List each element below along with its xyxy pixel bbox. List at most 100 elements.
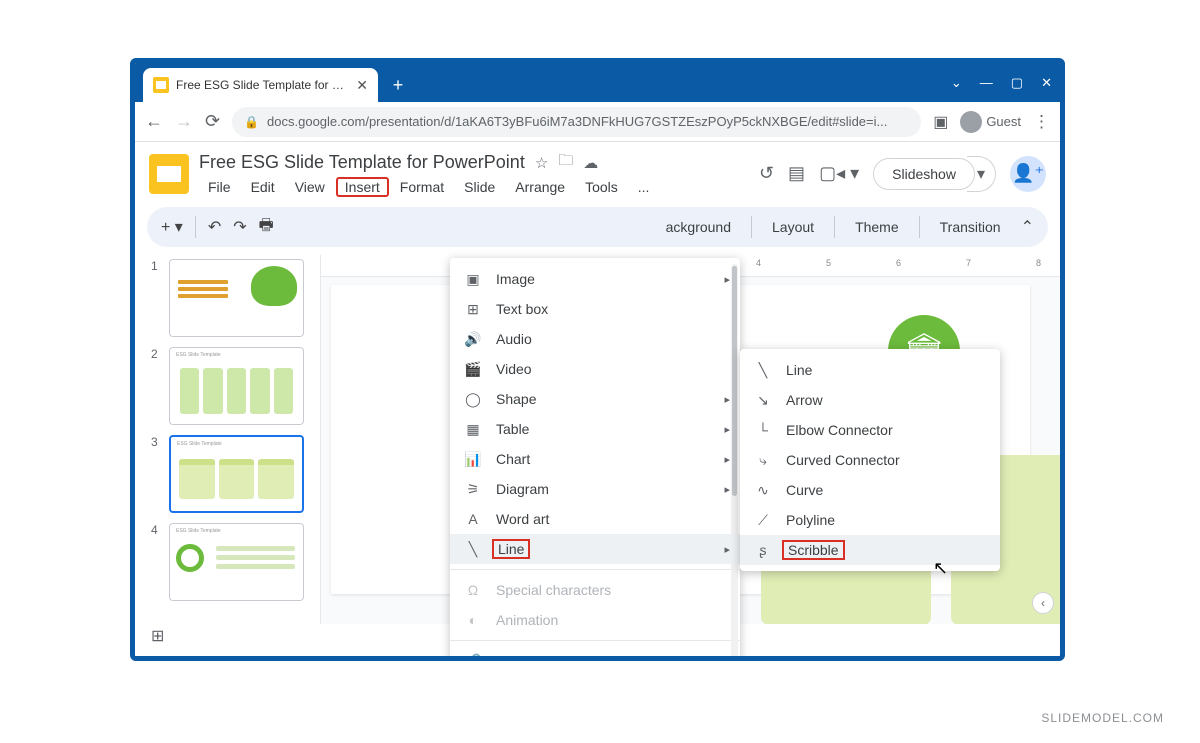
doc-header: Free ESG Slide Template for PowerPoint ☆… <box>135 142 1060 197</box>
line-polyline[interactable]: ⟋Polyline <box>740 505 1000 535</box>
insert-chart[interactable]: 📊Chart▸ <box>450 444 740 474</box>
thumb-number: 1 <box>151 259 161 337</box>
thumb-1[interactable] <box>169 259 304 337</box>
menu-format[interactable]: Format <box>391 177 453 197</box>
insert-image[interactable]: ▣Image▸ <box>450 264 740 294</box>
tab-strip: Free ESG Slide Template for Pow ✕ + ⌄ — … <box>135 63 1060 102</box>
line-scribble[interactable]: ʂScribble <box>740 535 1000 565</box>
comments-icon[interactable]: ▤ <box>788 163 805 184</box>
line-curved[interactable]: ⤷Curved Connector <box>740 445 1000 475</box>
history-icon[interactable]: ↺ <box>759 163 774 184</box>
guest-label: Guest <box>986 114 1021 129</box>
audio-icon: 🔊 <box>464 331 482 348</box>
window-controls: ⌄ — ▢ ✕ <box>951 63 1052 102</box>
toolbar-transition[interactable]: Transition <box>932 215 1009 239</box>
filmstrip[interactable]: 1 2 ESG Slide Template 3 E <box>135 255 320 624</box>
thumb-4[interactable]: ESG Slide Template <box>169 523 304 601</box>
star-icon[interactable]: ☆ <box>535 154 548 172</box>
insert-audio[interactable]: 🔊Audio <box>450 324 740 354</box>
doc-title[interactable]: Free ESG Slide Template for PowerPoint <box>199 152 525 173</box>
chevron-down-icon[interactable]: ⌄ <box>951 75 962 91</box>
menu-file[interactable]: File <box>199 177 240 197</box>
toolbar-layout[interactable]: Layout <box>764 215 822 239</box>
thumb-number: 4 <box>151 523 161 601</box>
url-field[interactable]: 🔒 docs.google.com/presentation/d/1aKA6T3… <box>232 107 921 137</box>
insert-diagram[interactable]: ⚞Diagram▸ <box>450 474 740 504</box>
print-button[interactable]: 🖶 <box>259 214 274 241</box>
diagram-icon: ⚞ <box>464 481 482 498</box>
insert-menu-dropdown: ▣Image▸ ⊞Text box 🔊Audio 🎬Video ◯Shape▸ … <box>450 258 740 661</box>
curve-icon: ∿ <box>754 482 772 499</box>
close-window-icon[interactable]: ✕ <box>1041 75 1052 91</box>
shape-icon: ◯ <box>464 391 482 408</box>
maximize-icon[interactable]: ▢ <box>1011 75 1023 91</box>
back-button[interactable]: ← <box>145 111 163 132</box>
menu-bar: File Edit View Insert Format Slide Arran… <box>199 177 749 197</box>
menu-tools[interactable]: Tools <box>576 177 627 197</box>
line-elbow[interactable]: └Elbow Connector <box>740 415 1000 445</box>
thumb-3[interactable]: ESG Slide Template <box>169 435 304 513</box>
watermark: SLIDEMODEL.COM <box>1041 711 1164 725</box>
elbow-icon: └ <box>754 422 772 438</box>
table-icon: ▦ <box>464 421 482 438</box>
tab-title: Free ESG Slide Template for Pow <box>176 78 349 92</box>
insert-line[interactable]: ╲Line▸ <box>450 534 740 564</box>
line-arrow[interactable]: ↘Arrow <box>740 385 1000 415</box>
menu-insert[interactable]: Insert <box>336 177 389 197</box>
toolbar-expand-icon[interactable]: ⌃ <box>1021 217 1034 237</box>
new-tab-button[interactable]: + <box>384 71 412 99</box>
insert-shape[interactable]: ◯Shape▸ <box>450 384 740 414</box>
toolbar-theme[interactable]: Theme <box>847 215 907 239</box>
collapse-sidebar-button[interactable]: ‹ <box>1032 592 1054 614</box>
reading-list-icon[interactable]: ▣ <box>933 112 948 132</box>
cursor-icon: ↖ <box>933 558 948 579</box>
browser-tab[interactable]: Free ESG Slide Template for Pow ✕ <box>143 68 378 102</box>
chart-icon: 📊 <box>464 451 482 468</box>
minimize-icon[interactable]: — <box>980 75 993 90</box>
slideshow-dropdown[interactable]: ▾ <box>967 156 996 192</box>
slideshow-button[interactable]: Slideshow <box>873 158 975 190</box>
menu-arrange[interactable]: Arrange <box>506 177 574 197</box>
lock-icon: 🔒 <box>244 115 259 129</box>
menu-slide[interactable]: Slide <box>455 177 504 197</box>
toolbar-background[interactable]: ackground <box>658 215 739 239</box>
cloud-status-icon[interactable]: ☁ <box>583 154 598 172</box>
address-bar: ← → ⟳ 🔒 docs.google.com/presentation/d/1… <box>135 102 1060 142</box>
line-icon: ╲ <box>754 362 772 379</box>
menu-more[interactable]: ... <box>629 177 659 197</box>
curved-connector-icon: ⤷ <box>754 452 772 469</box>
line-line[interactable]: ╲Line <box>740 355 1000 385</box>
insert-table[interactable]: ▦Table▸ <box>450 414 740 444</box>
insert-textbox[interactable]: ⊞Text box <box>450 294 740 324</box>
grid-view-button[interactable]: ⊞ <box>151 626 164 646</box>
redo-button[interactable]: ↷ <box>233 217 246 237</box>
wordart-icon: A <box>464 511 482 527</box>
line-icon: ╲ <box>464 541 482 558</box>
meet-icon[interactable]: ▢◂ ▾ <box>819 163 859 184</box>
url-text: docs.google.com/presentation/d/1aKA6T3yB… <box>267 114 887 129</box>
insert-video[interactable]: 🎬Video <box>450 354 740 384</box>
browser-window: Free ESG Slide Template for Pow ✕ + ⌄ — … <box>130 58 1065 661</box>
thumb-number: 2 <box>151 347 161 425</box>
avatar-icon <box>960 111 982 133</box>
insert-wordart[interactable]: AWord art <box>450 504 740 534</box>
share-button[interactable]: 👤⁺ <box>1010 156 1046 192</box>
line-submenu: ╲Line ↘Arrow └Elbow Connector ⤷Curved Co… <box>740 349 1000 571</box>
new-slide-button[interactable]: + ▾ <box>161 217 183 237</box>
close-tab-icon[interactable]: ✕ <box>356 77 368 94</box>
thumb-2[interactable]: ESG Slide Template <box>169 347 304 425</box>
menu-view[interactable]: View <box>286 177 334 197</box>
line-curve[interactable]: ∿Curve <box>740 475 1000 505</box>
browser-menu-icon[interactable]: ⋮ <box>1033 112 1050 132</box>
profile-button[interactable]: Guest <box>960 111 1021 133</box>
move-folder-icon[interactable]: 🗀 <box>558 150 573 175</box>
reload-button[interactable]: ⟳ <box>205 111 220 132</box>
scribble-icon: ʂ <box>754 542 772 558</box>
video-icon: 🎬 <box>464 361 482 378</box>
image-icon: ▣ <box>464 271 482 288</box>
slides-app-logo-icon[interactable] <box>149 154 189 194</box>
menu-edit[interactable]: Edit <box>242 177 284 197</box>
forward-button[interactable]: → <box>175 111 193 132</box>
undo-button[interactable]: ↶ <box>208 217 221 237</box>
insert-animation: ◐Animation <box>450 605 740 635</box>
